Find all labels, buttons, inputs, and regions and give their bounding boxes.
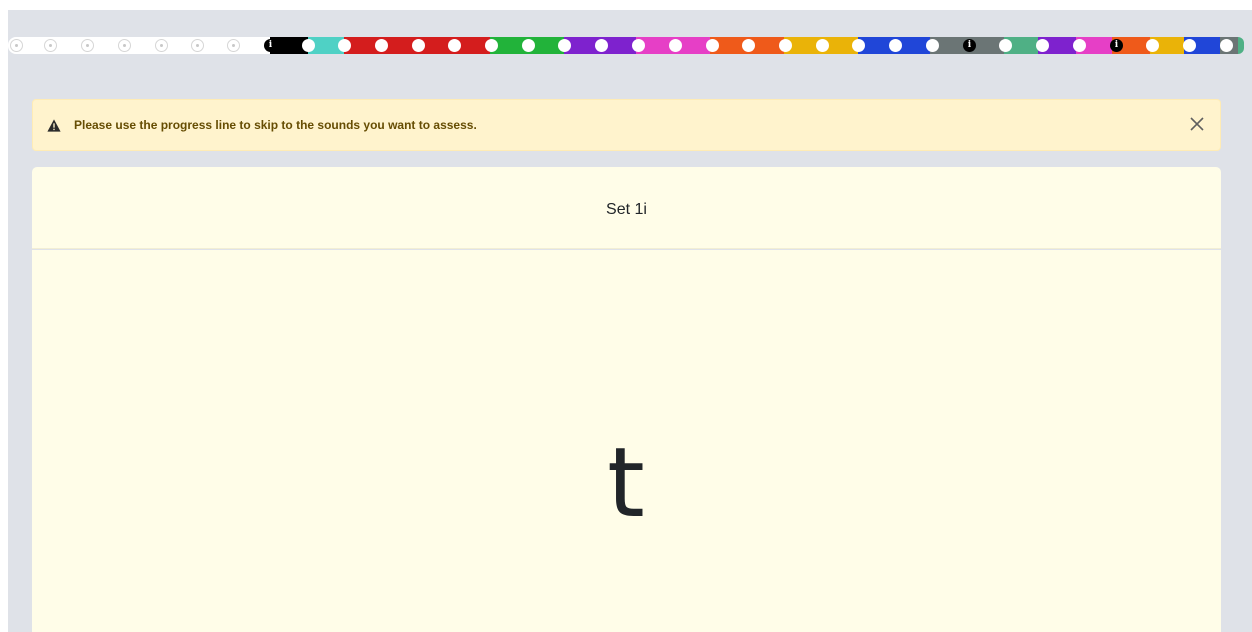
progress-step-dot[interactable] — [669, 39, 682, 52]
progress-step-dot[interactable] — [779, 39, 792, 52]
progress-info-marker[interactable]: i — [264, 39, 277, 52]
progress-step-dot[interactable] — [191, 39, 204, 52]
warning-triangle-icon — [47, 119, 61, 132]
progress-step-dot[interactable] — [155, 39, 168, 52]
close-icon[interactable] — [1188, 115, 1206, 133]
warning-alert: Please use the progress line to skip to … — [32, 99, 1221, 151]
progress-step-dot[interactable] — [10, 39, 23, 52]
progress-step-dot[interactable] — [1183, 39, 1196, 52]
progress-step-dot[interactable] — [375, 39, 388, 52]
progress-step-dot[interactable] — [632, 39, 645, 52]
progress-step-dot[interactable] — [1146, 39, 1159, 52]
progress-segment — [1238, 37, 1244, 54]
progress-step-dot[interactable] — [448, 39, 461, 52]
progress-line[interactable]: iii — [8, 37, 1244, 54]
progress-step-dot[interactable] — [44, 39, 57, 52]
progress-step-dot[interactable] — [558, 39, 571, 52]
progress-step-dot[interactable] — [302, 39, 315, 52]
progress-step-dot[interactable] — [81, 39, 94, 52]
progress-step-dot[interactable] — [1220, 39, 1233, 52]
progress-step-dot[interactable] — [1036, 39, 1049, 52]
progress-step-dot[interactable] — [227, 39, 240, 52]
progress-step-dot[interactable] — [742, 39, 755, 52]
progress-step-dot[interactable] — [412, 39, 425, 52]
progress-step-dot[interactable] — [118, 39, 131, 52]
progress-step-dot[interactable] — [852, 39, 865, 52]
progress-step-dot[interactable] — [595, 39, 608, 52]
progress-step-dot[interactable] — [926, 39, 939, 52]
progress-step-dot[interactable] — [522, 39, 535, 52]
progress-step-dot[interactable] — [889, 39, 902, 52]
progress-step-dot[interactable] — [816, 39, 829, 52]
progress-step-dot[interactable] — [706, 39, 719, 52]
sound-grapheme: t — [607, 427, 645, 539]
progress-step-dot[interactable] — [999, 39, 1012, 52]
progress-step-dot[interactable] — [338, 39, 351, 52]
progress-info-marker[interactable]: i — [1110, 39, 1123, 52]
progress-step-dot[interactable] — [1073, 39, 1086, 52]
progress-step-dot[interactable] — [485, 39, 498, 52]
alert-message: Please use the progress line to skip to … — [74, 118, 477, 132]
progress-info-marker[interactable]: i — [963, 39, 976, 52]
card-header: Set 1i — [32, 167, 1221, 249]
set-title: Set 1i — [606, 201, 647, 218]
